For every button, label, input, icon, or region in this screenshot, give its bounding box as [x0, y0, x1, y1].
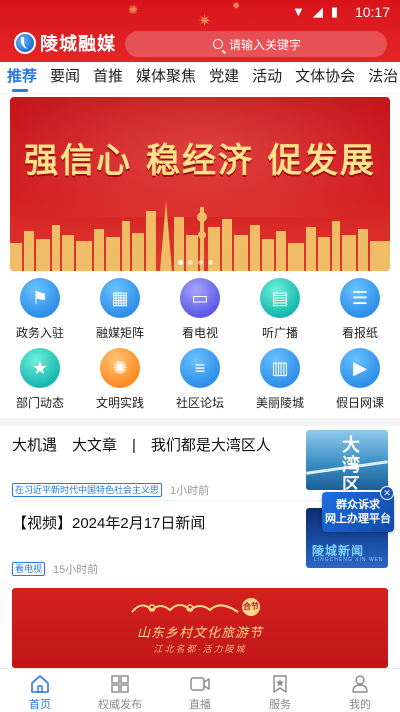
- service-department-news[interactable]: ★ 部门动态: [0, 348, 80, 411]
- service-beautiful-lingcheng[interactable]: ▥ 美丽陵城: [240, 348, 320, 411]
- news-meta: 在习近平新时代中国特色社会主义思 1小时前: [12, 482, 209, 498]
- apps-icon: [111, 675, 129, 693]
- channel-tabs: 推荐 要闻 首推 媒体聚焦 党建 活动 文体协会 法治: [0, 62, 400, 94]
- festival-subline: 江北名都·活力陵城: [153, 644, 247, 654]
- nav-label: 我的: [349, 699, 371, 711]
- status-icons: ▼ ◢ ▮: [292, 4, 338, 20]
- badge-line2: 网上办理平台: [325, 513, 391, 525]
- news-thumbnail: 大湾区人: [306, 430, 388, 490]
- battery-icon: ▮: [330, 4, 338, 19]
- app-header: ✺ ✷ ✹ ▼ ◢ ▮ 10:17 陵城融媒 请输入关键字: [0, 0, 400, 62]
- search-placeholder: 请输入关键字: [229, 37, 302, 52]
- news-time: 15小时前: [53, 564, 99, 576]
- radio-icon: ▤: [260, 278, 300, 318]
- bookmark-star-icon: ★: [20, 348, 60, 388]
- service-holiday-class[interactable]: ▶ 假日网课: [320, 348, 400, 411]
- nav-label: 首页: [29, 699, 51, 711]
- thumbnail-caption: 大湾区人: [342, 435, 360, 491]
- status-time: 10:17: [354, 4, 390, 20]
- festival-headline: 山东乡村文化旅游节: [136, 626, 263, 641]
- tab-activities[interactable]: 活动: [245, 62, 288, 93]
- banner-pagination: [178, 260, 213, 265]
- service-label: 社区论坛: [175, 396, 224, 410]
- service-media-matrix[interactable]: ▦ 融媒矩阵: [80, 278, 160, 341]
- service-grid: ⚑ 政务入驻 ▦ 融媒矩阵 ▭ 看电视 ▤ 听广播 ☰ 看报纸 ★ 部门动态 ✺…: [0, 278, 400, 412]
- tab-media-focus[interactable]: 媒体聚焦: [129, 62, 202, 93]
- banner-dot[interactable]: [208, 260, 213, 265]
- status-bar: ▼ ◢ ▮ 10:17: [0, 0, 400, 24]
- app-logo[interactable]: 陵城融媒: [14, 30, 116, 56]
- app-name: 陵城融媒: [40, 34, 116, 55]
- service-label: 美丽陵城: [255, 396, 304, 410]
- video-class-icon: ▶: [340, 348, 380, 388]
- banner-dot[interactable]: [198, 260, 203, 265]
- tab-party-building[interactable]: 党建: [202, 62, 245, 93]
- cloud-ornament-icon: [131, 604, 239, 613]
- tv-icon: ▭: [180, 278, 220, 318]
- nav-label: 服务: [269, 699, 291, 711]
- news-category-tag: 看电视: [12, 562, 46, 576]
- service-label: 看电视: [181, 326, 218, 340]
- nav-mine[interactable]: 我的: [320, 669, 400, 712]
- nav-official-release[interactable]: 权威发布: [80, 669, 160, 712]
- nav-services[interactable]: 服务: [240, 669, 320, 712]
- tab-culture-sports[interactable]: 文体协会: [288, 62, 361, 93]
- user-icon: [352, 675, 368, 693]
- city-skyline-illustration: [10, 201, 390, 271]
- service-label: 部门动态: [15, 396, 64, 410]
- hero-banner[interactable]: 强信心 稳经济 促发展: [10, 97, 390, 271]
- grid-icon: ▦: [100, 278, 140, 318]
- service-label: 文明实践: [95, 396, 144, 410]
- building-icon: ▥: [260, 348, 300, 388]
- service-civilization-practice[interactable]: ✺ 文明实践: [80, 348, 160, 411]
- news-title: 【视频】2024年2月17日新闻: [12, 515, 206, 532]
- sunburst-icon: ✺: [100, 348, 140, 388]
- logo-mark-icon: [14, 32, 36, 54]
- nav-label: 权威发布: [98, 699, 142, 711]
- thumbnail-subcaption: LINGCHENG XIN WEN: [314, 557, 384, 563]
- service-watch-tv[interactable]: ▭ 看电视: [160, 278, 240, 341]
- service-label: 听广播: [261, 326, 298, 340]
- badge-line1: 群众诉求: [336, 499, 380, 511]
- service-label: 假日网课: [335, 396, 384, 410]
- tab-rule-of-law[interactable]: 法治: [361, 62, 400, 93]
- forum-icon: ≡: [180, 348, 220, 388]
- tab-headlines[interactable]: 要闻: [43, 62, 86, 93]
- festival-banner[interactable]: 合节 山东乡村文化旅游节 江北名都·活力陵城: [12, 588, 388, 668]
- banner-title: 强信心 稳经济 促发展: [24, 141, 376, 181]
- news-time: 1小时前: [170, 485, 210, 497]
- newspaper-icon: ☰: [340, 278, 380, 318]
- news-title: 大机遇 大文章 | 我们都是大湾区人: [12, 437, 271, 454]
- nav-label: 直播: [189, 699, 211, 711]
- news-meta: 看电视 15小时前: [12, 561, 98, 577]
- signal-icon: ◢: [312, 4, 323, 19]
- service-radio[interactable]: ▤ 听广播: [240, 278, 320, 341]
- bottom-navigation: 首页 权威发布 直播 服务 我的: [0, 668, 400, 712]
- service-label: 政务入驻: [15, 326, 64, 340]
- wifi-icon: ▼: [291, 4, 305, 19]
- bookmark-star-icon: [273, 675, 287, 693]
- close-icon[interactable]: ✕: [380, 486, 394, 500]
- service-label: 看报纸: [341, 326, 378, 340]
- service-label: 融媒矩阵: [95, 326, 144, 340]
- tab-recommend[interactable]: 推荐: [0, 62, 43, 93]
- flag-icon: ⚑: [20, 278, 60, 318]
- search-input[interactable]: 请输入关键字: [125, 31, 387, 57]
- banner-dot[interactable]: [178, 260, 183, 265]
- nav-live[interactable]: 直播: [160, 669, 240, 712]
- service-community-forum[interactable]: ≡ 社区论坛: [160, 348, 240, 411]
- live-camera-icon: [190, 677, 210, 691]
- tab-featured[interactable]: 首推: [86, 62, 129, 93]
- service-newspaper[interactable]: ☰ 看报纸: [320, 278, 400, 341]
- festival-seal: 合节: [242, 598, 260, 616]
- banner-dot[interactable]: [188, 260, 193, 265]
- home-icon: [31, 675, 49, 693]
- service-government[interactable]: ⚑ 政务入驻: [0, 278, 80, 341]
- news-item[interactable]: 大机遇 大文章 | 我们都是大湾区人 在习近平新时代中国特色社会主义思 1小时前…: [0, 426, 400, 500]
- news-category-tag: 在习近平新时代中国特色社会主义思: [12, 483, 163, 497]
- nav-home[interactable]: 首页: [0, 669, 80, 712]
- section-divider: [0, 418, 400, 426]
- search-icon: [213, 39, 223, 49]
